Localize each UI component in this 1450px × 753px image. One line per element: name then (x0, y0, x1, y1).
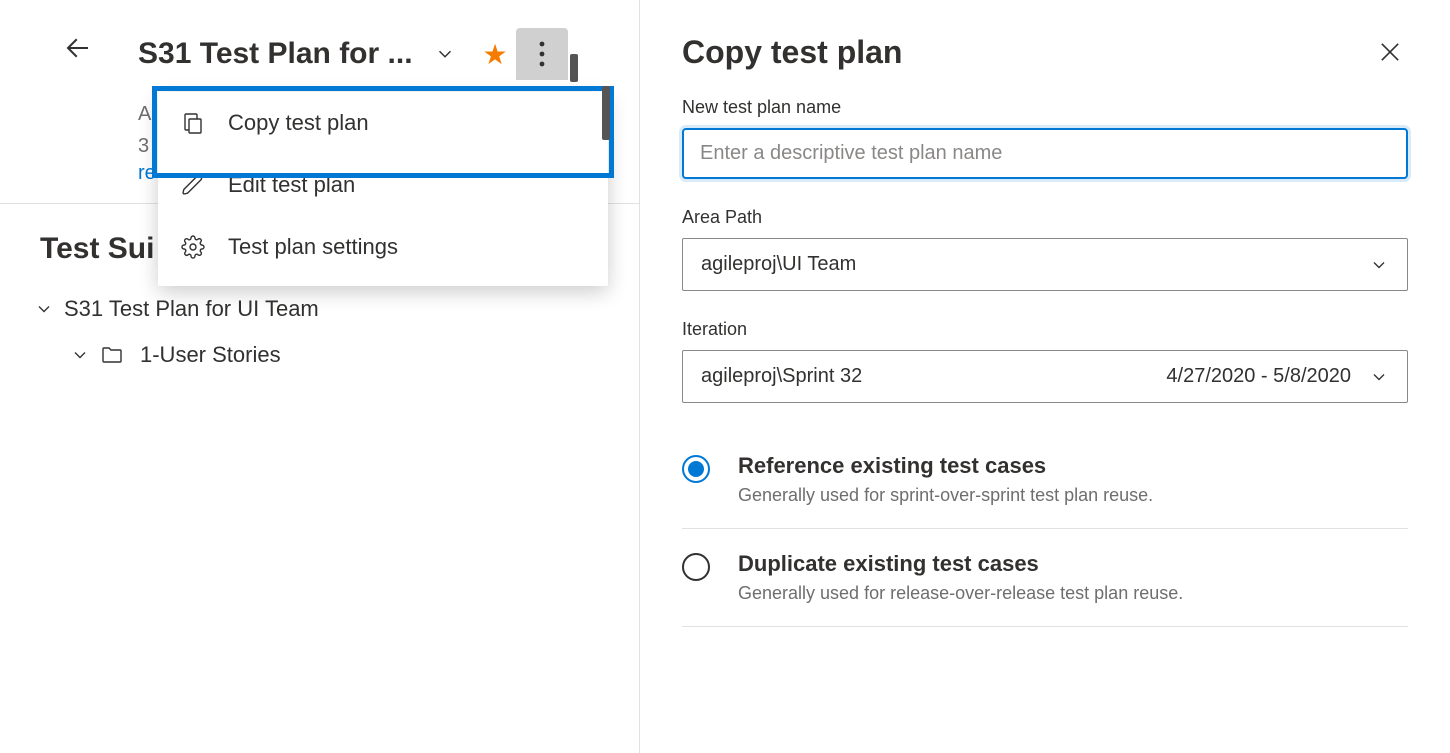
chevron-down-icon (1369, 367, 1389, 387)
arrow-left-icon (63, 33, 93, 63)
copy-options-group: Reference existing test cases Generally … (682, 431, 1408, 627)
name-field-label: New test plan name (682, 97, 1408, 118)
close-icon (1376, 38, 1404, 66)
radio-reference-existing[interactable]: Reference existing test cases Generally … (682, 431, 1408, 529)
panel-title: Copy test plan (682, 34, 902, 71)
radio-title: Reference existing test cases (738, 453, 1153, 479)
tree-child-row[interactable]: 1-User Stories (66, 332, 639, 378)
chevron-down-icon (434, 43, 456, 65)
plan-header: S31 Test Plan for ... ★ (0, 28, 639, 92)
gear-icon (178, 235, 208, 259)
folder-icon (100, 343, 124, 367)
menu-item-label: Edit test plan (228, 172, 355, 198)
context-menu: Copy test plan Edit test plan Test pl (158, 92, 608, 286)
area-path-label: Area Path (682, 207, 1408, 228)
copy-test-plan-panel: Copy test plan New test plan name Area P… (640, 0, 1450, 753)
area-path-select[interactable]: agileproj\UI Team (682, 238, 1408, 291)
menu-item-copy-test-plan[interactable]: Copy test plan (158, 92, 608, 154)
tree-root-label: S31 Test Plan for UI Team (64, 296, 319, 322)
radio-button-icon (682, 553, 710, 581)
scrollbar-thumb[interactable] (602, 86, 610, 140)
iteration-dates: 4/27/2020 - 5/8/2020 (1166, 365, 1351, 388)
copy-icon (178, 111, 208, 135)
test-plan-name-input[interactable] (682, 128, 1408, 179)
close-button[interactable] (1372, 34, 1408, 70)
tree-root-row[interactable]: S31 Test Plan for UI Team (30, 286, 639, 332)
iteration-select[interactable]: agileproj\Sprint 32 4/27/2020 - 5/8/2020 (682, 350, 1408, 403)
more-vertical-icon (538, 39, 546, 69)
star-icon[interactable]: ★ (483, 38, 508, 71)
tree-child-label: 1-User Stories (140, 342, 281, 368)
edit-icon (178, 173, 208, 197)
radio-desc: Generally used for release-over-release … (738, 583, 1183, 604)
more-actions-button[interactable] (516, 28, 568, 80)
menu-item-test-plan-settings[interactable]: Test plan settings (158, 216, 608, 278)
menu-item-label: Test plan settings (228, 234, 398, 260)
area-path-value: agileproj\UI Team (701, 253, 1369, 276)
plan-title: S31 Test Plan for ... (138, 37, 413, 71)
chevron-down-icon[interactable] (30, 299, 58, 319)
suite-tree: S31 Test Plan for UI Team 1-User Stories (0, 286, 639, 378)
menu-item-label: Copy test plan (228, 110, 369, 136)
chevron-down-icon (1369, 255, 1389, 275)
scrollbar-thumb[interactable] (570, 54, 578, 82)
iteration-value: agileproj\Sprint 32 (701, 365, 1166, 388)
radio-duplicate-existing[interactable]: Duplicate existing test cases Generally … (682, 529, 1408, 627)
radio-desc: Generally used for sprint-over-sprint te… (738, 485, 1153, 506)
chevron-down-icon[interactable] (66, 345, 94, 365)
radio-button-icon (682, 455, 710, 483)
iteration-label: Iteration (682, 319, 1408, 340)
radio-title: Duplicate existing test cases (738, 551, 1183, 577)
left-pane: S31 Test Plan for ... ★ A 3 re Test Su (0, 0, 640, 753)
plan-title-dropdown[interactable] (425, 34, 465, 74)
back-button[interactable] (58, 28, 98, 68)
menu-item-edit-test-plan[interactable]: Edit test plan (158, 154, 608, 216)
